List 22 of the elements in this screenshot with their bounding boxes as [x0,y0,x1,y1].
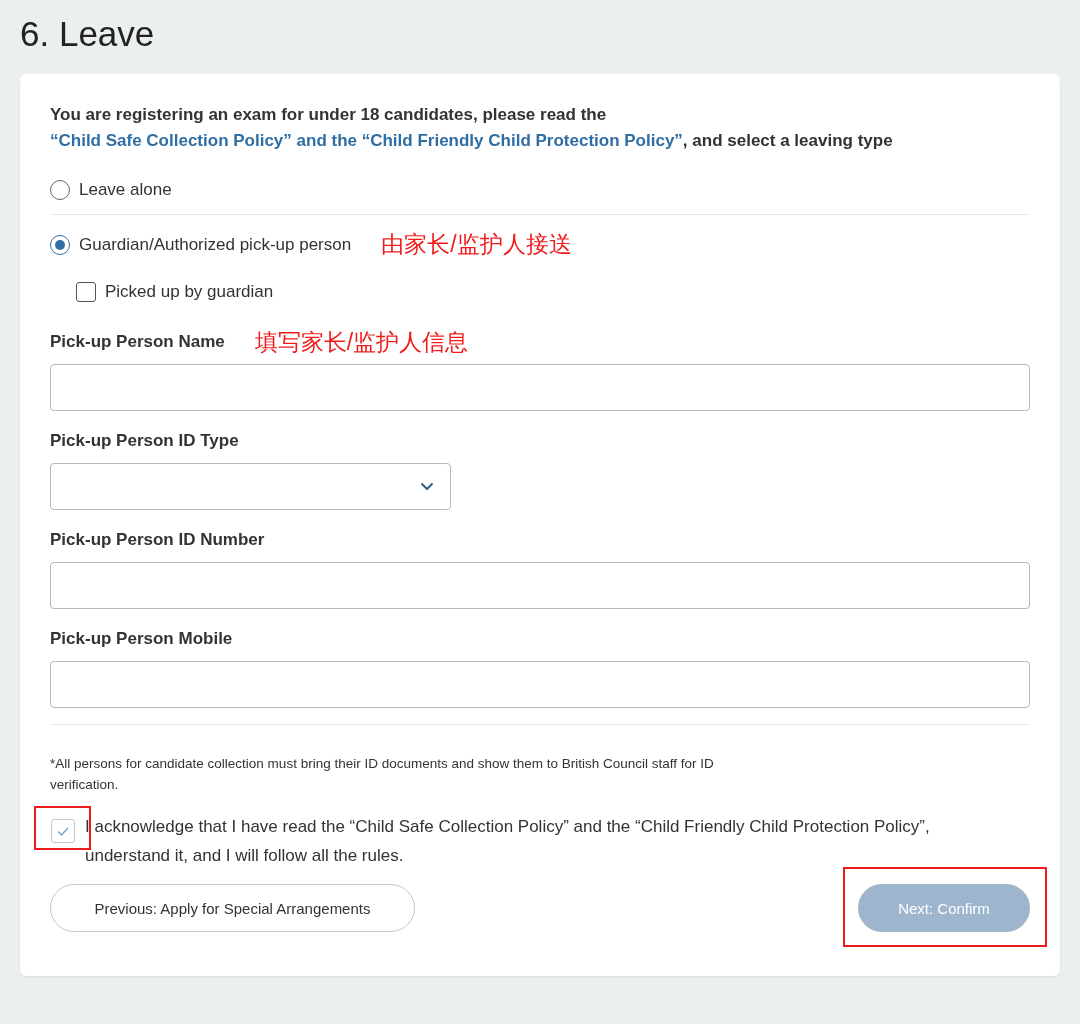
radio-option[interactable]: Guardian/Authorized pick-up person [50,234,352,255]
chevron-down-icon [420,482,434,491]
field-label: Pick-up Person Name [50,332,225,352]
page-title: 6. Leave [20,14,156,54]
intro-text: You are registering an exam for under 18 candidates, please read the “Child Safe Collection Policy” and the “Child Friendly Child Protection Policy”, and select a leaving type [50,104,894,152]
previous-button[interactable]: Previous: Apply for Special Arrangements [50,884,415,932]
policy-link[interactable]: “Child Safe Collection Policy” and the “Child Friendly Child Protection Policy” [50,131,683,150]
field-label: Pick-up Person Mobile [50,629,233,649]
checkbox-label[interactable]: Picked up by guardian [105,282,274,302]
input-field[interactable] [50,364,1030,411]
field-label: Pick-up Person ID Type [50,431,239,451]
select-field[interactable] [50,463,451,510]
input-field[interactable] [50,661,1030,708]
input-field[interactable] [50,562,1030,609]
acknowledge-text: I acknowledge that I have read the “Child Safe Collection Policy” and the “Child Friendly Child Protection Policy”, understand it, and I will follow all the rules. [85,816,931,867]
field-label: Pick-up Person ID Number [50,530,265,550]
radio-option[interactable]: Leave alone [50,180,172,200]
annotation-text: 填写家长/监护人信息 [254,327,469,357]
checkmark-icon [57,826,69,836]
checkbox[interactable] [76,282,96,302]
note-text: *All persons for candidate collection must bring their ID documents and show them to British Council staff for ID verification. [50,755,715,794]
annotation-text: 由家长/监护人接送 [381,230,572,259]
